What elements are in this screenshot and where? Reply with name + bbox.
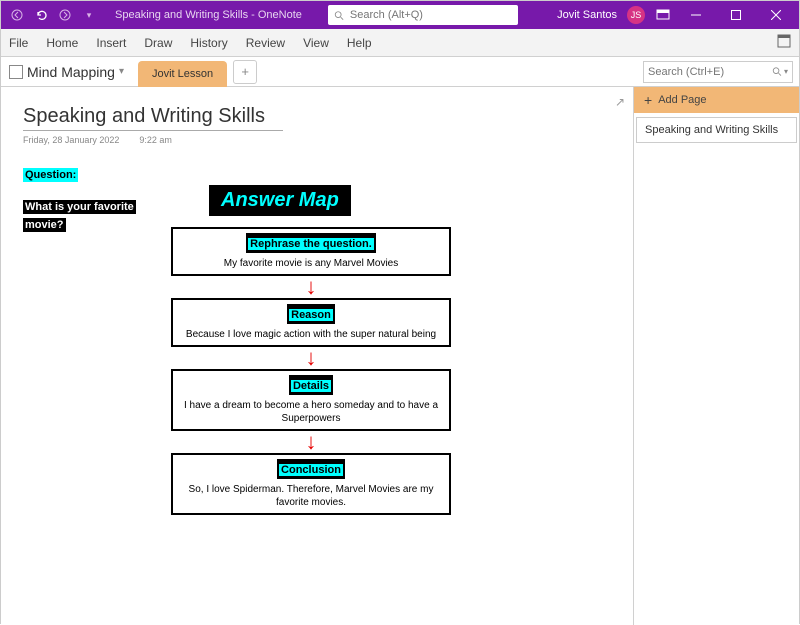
ribbon-tab-file[interactable]: File <box>9 36 28 50</box>
search-icon <box>772 66 782 77</box>
add-page-label: Add Page <box>658 94 706 106</box>
page-search-input[interactable] <box>648 66 772 78</box>
page-canvas[interactable]: ↗ Speaking and Writing Skills Friday, 28… <box>1 87 633 625</box>
notebook-selector[interactable]: Mind Mapping ▾ <box>9 64 138 80</box>
mm-text: So, I love Spiderman. Therefore, Marvel … <box>179 483 443 509</box>
ribbon-tab-view[interactable]: View <box>303 36 329 50</box>
ribbon-tab-insert[interactable]: Insert <box>96 36 126 50</box>
add-section-button[interactable]: + <box>233 60 257 84</box>
mm-text: My favorite movie is any Marvel Movies <box>179 257 443 270</box>
mm-box-details: Details I have a dream to become a hero … <box>171 369 451 431</box>
undo-icon[interactable] <box>33 7 49 23</box>
section-tab-label: Jovit Lesson <box>152 68 213 80</box>
user-name[interactable]: Jovit Santos <box>557 9 617 21</box>
plus-icon: + <box>644 92 652 108</box>
chevron-down-icon: ▾ <box>119 66 124 77</box>
ribbon-tab-help[interactable]: Help <box>347 36 372 50</box>
section-tab-active[interactable]: Jovit Lesson <box>138 61 227 87</box>
global-search[interactable] <box>328 5 518 25</box>
mm-box-reason: Reason Because I love magic action with … <box>171 298 451 347</box>
mm-label: Rephrase the question. <box>246 233 376 253</box>
arrow-down-icon: ↓ <box>171 349 451 367</box>
question-text-line2: movie? <box>23 218 66 232</box>
question-label: Question: <box>23 168 78 182</box>
ribbon-tab-draw[interactable]: Draw <box>144 36 172 50</box>
mm-label: Reason <box>287 304 335 324</box>
mm-text: I have a dream to become a hero someday … <box>179 399 443 425</box>
title-underline <box>23 130 283 131</box>
window-title: Speaking and Writing Skills - OneNote <box>115 9 302 21</box>
mm-label: Conclusion <box>277 459 345 479</box>
add-page-button[interactable]: + Add Page <box>634 87 799 113</box>
notebook-icon <box>9 65 23 79</box>
mm-text: Because I love magic action with the sup… <box>179 328 443 341</box>
page-date: Friday, 28 January 2022 <box>23 135 119 145</box>
expand-icon[interactable]: ↗ <box>615 95 625 109</box>
mind-map: Rephrase the question. My favorite movie… <box>171 227 451 515</box>
ribbon-tab-home[interactable]: Home <box>46 36 78 50</box>
page-time: 9:22 am <box>139 135 172 145</box>
page-list-sidebar: + Add Page Speaking and Writing Skills <box>633 87 799 625</box>
ribbon: File Home Insert Draw History Review Vie… <box>1 29 799 57</box>
ribbon-tab-history[interactable]: History <box>190 36 227 50</box>
titlebar: ▾ Speaking and Writing Skills - OneNote … <box>1 1 799 29</box>
search-dropdown-icon[interactable]: ▾ <box>784 67 788 76</box>
customize-qat-icon[interactable]: ▾ <box>81 7 97 23</box>
question-text-line1: What is your favorite <box>23 200 136 214</box>
close-button[interactable] <box>761 1 791 29</box>
page-search[interactable]: ▾ <box>643 61 793 83</box>
minimize-button[interactable] <box>681 1 711 29</box>
user-avatar[interactable]: JS <box>627 6 645 24</box>
full-page-view-icon[interactable] <box>777 34 791 51</box>
mm-box-conclusion: Conclusion So, I love Spiderman. Therefo… <box>171 453 451 515</box>
section-bar: Mind Mapping ▾ Jovit Lesson + ▾ <box>1 57 799 87</box>
answer-map-title: Answer Map <box>209 185 351 216</box>
search-icon <box>334 10 344 21</box>
arrow-down-icon: ↓ <box>171 433 451 451</box>
arrow-down-icon: ↓ <box>171 278 451 296</box>
global-search-input[interactable] <box>350 9 512 21</box>
page-title[interactable]: Speaking and Writing Skills <box>23 105 611 128</box>
back-icon[interactable] <box>9 7 25 23</box>
redo-icon[interactable] <box>57 7 73 23</box>
page-list-item[interactable]: Speaking and Writing Skills <box>636 117 797 143</box>
page-meta: Friday, 28 January 2022 9:22 am <box>23 135 611 145</box>
mm-label: Details <box>289 375 333 395</box>
ribbon-tab-review[interactable]: Review <box>246 36 285 50</box>
mm-box-rephrase: Rephrase the question. My favorite movie… <box>171 227 451 276</box>
maximize-button[interactable] <box>721 1 751 29</box>
ribbon-display-icon[interactable] <box>655 7 671 23</box>
notebook-name-label: Mind Mapping <box>27 64 115 80</box>
